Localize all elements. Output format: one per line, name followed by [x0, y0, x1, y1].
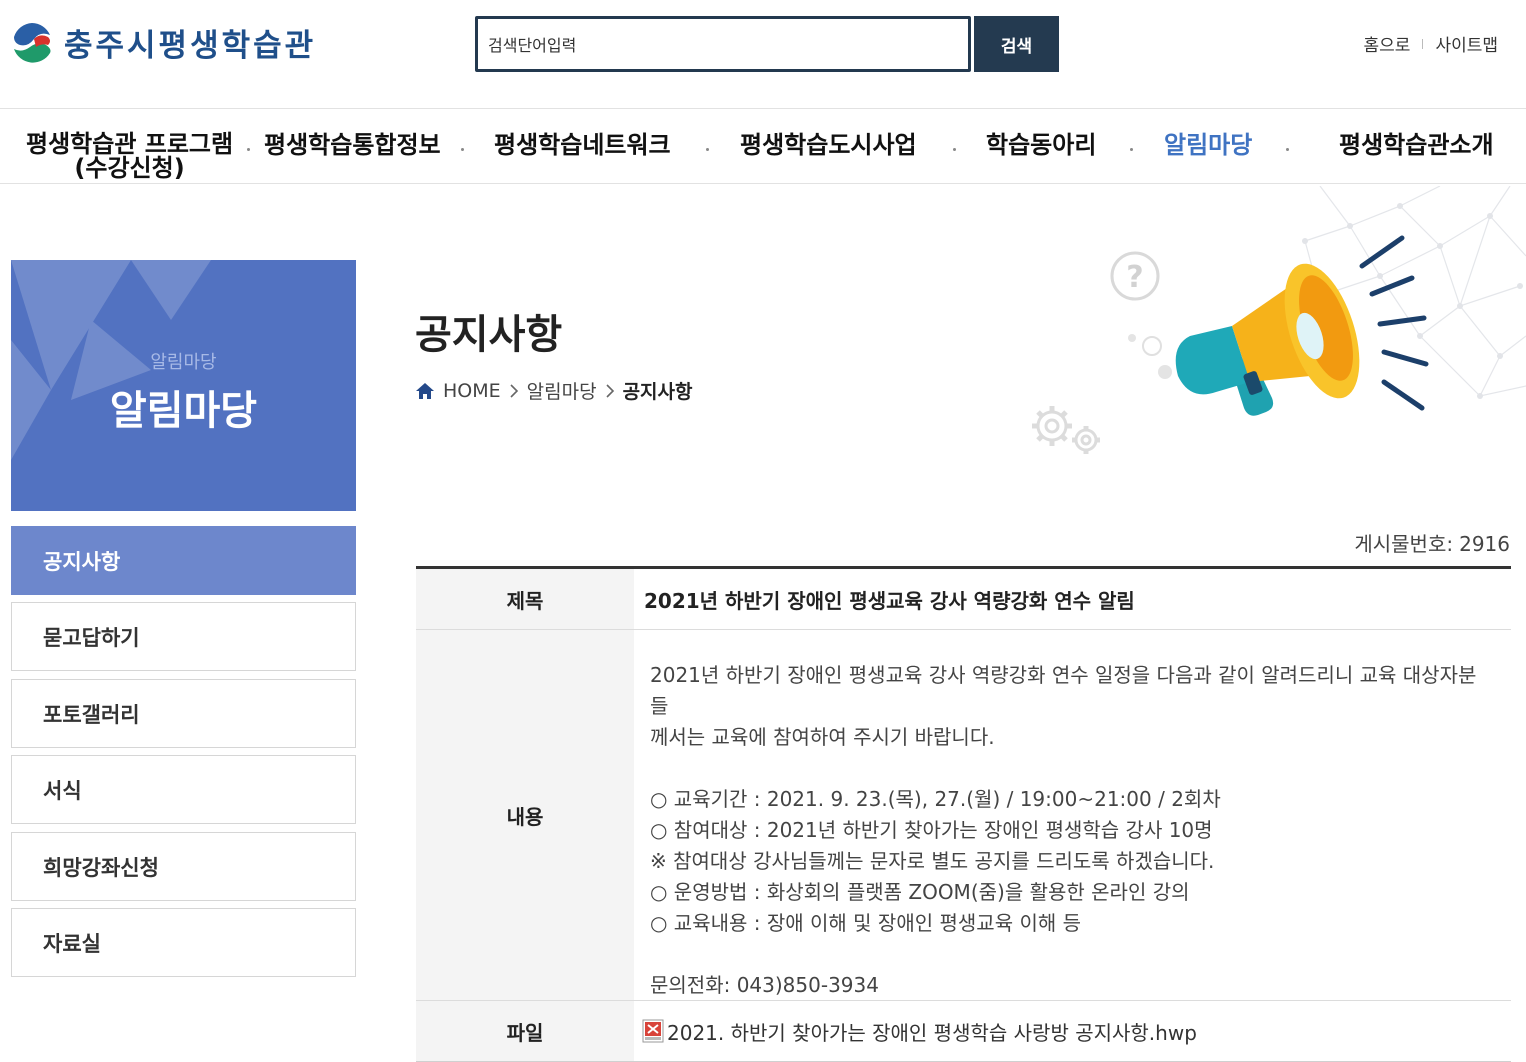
gnb-separator [706, 148, 709, 151]
sidebar-item-photo-gallery[interactable]: 포토갤러리 [11, 679, 356, 748]
breadcrumb-section[interactable]: 알림마당 [527, 377, 597, 404]
body-line: ○ 운영방법 : 화상회의 플랫폼 ZOOM(줌)을 활용한 온라인 강의 [650, 880, 1190, 904]
search-button[interactable]: 검색 [974, 16, 1059, 72]
home-icon[interactable] [415, 381, 435, 401]
header-divider [0, 108, 1526, 109]
body-line: ○ 교육내용 : 장애 이해 및 장애인 평생교육 이해 등 [650, 911, 1082, 935]
megaphone-illustration: ? [1032, 186, 1526, 454]
gnb-item-about[interactable]: 평생학습관소개 [1339, 132, 1494, 158]
sitemap-link[interactable]: 사이트맵 [1435, 31, 1498, 56]
util-divider [1422, 38, 1424, 49]
sidebar-header: 알림마당 알림마당 [11, 260, 356, 511]
gnb-separator [953, 148, 956, 151]
breadcrumb-home[interactable]: HOME [443, 380, 501, 402]
gnb-item-program[interactable]: 평생학습관 프로그램 (수강신청) [26, 132, 233, 180]
sidebar-item-archive[interactable]: 자료실 [11, 908, 356, 977]
sidebar-title: 알림마당 [109, 388, 258, 434]
body-line: 께서는 교육에 참여하여 주시기 바랍니다. [650, 725, 995, 749]
utility-links: 홈으로 사이트맵 [1364, 31, 1498, 56]
body-label: 내용 [416, 630, 634, 1000]
logo-emblem-icon [12, 22, 52, 63]
gnb-divider [0, 183, 1526, 184]
gnb-item-study-club[interactable]: 학습동아리 [986, 132, 1096, 158]
file-download-link[interactable]: 2021. 하반기 찾아가는 장애인 평생학습 사랑방 공지사항.hwp [667, 1017, 1197, 1046]
file-label: 파일 [416, 1001, 634, 1061]
search-input[interactable] [478, 19, 968, 69]
home-link[interactable]: 홈으로 [1364, 31, 1411, 56]
chevron-right-icon [605, 383, 614, 398]
gnb-separator [1130, 148, 1133, 151]
gnb-separator [247, 148, 250, 151]
sidebar-subtitle: 알림마당 [150, 352, 217, 373]
sidebar-item-course-request[interactable]: 희망강좌신청 [11, 832, 356, 901]
site-logo[interactable]: 충주시평생학습관 [10, 20, 316, 65]
post-number-value: 2916 [1459, 532, 1510, 556]
file-attachment: 2021. 하반기 찾아가는 장애인 평생학습 사랑방 공지사항.hwp [634, 1001, 1511, 1061]
body-line: ※ 참여대상 강사님들께는 문자로 별도 공지를 드리도록 하겠습니다. [650, 849, 1215, 873]
post-body: 2021년 하반기 장애인 평생교육 강사 역량강화 연수 일정을 다음과 같이… [634, 630, 1511, 1000]
breadcrumb: HOME 알림마당 공지사항 [415, 377, 692, 404]
chevron-right-icon [510, 383, 518, 398]
search-box [475, 16, 971, 72]
body-line: ○ 참여대상 : 2021년 하반기 찾아가는 장애인 평생학습 강사 10명 [650, 818, 1213, 842]
breadcrumb-current: 공지사항 [622, 381, 693, 403]
hwp-file-icon [642, 1019, 664, 1043]
gnb-item-network[interactable]: 평생학습네트워크 [494, 132, 671, 158]
body-line: ○ 교육기간 : 2021. 9. 23.(목), 27.(월) / 19:00… [650, 787, 1221, 811]
gnb-label: 평생학습관 프로그램 (수강신청) [26, 130, 234, 182]
post-body-row: 내용 2021년 하반기 장애인 평생교육 강사 역량강화 연수 일정을 다음과… [416, 630, 1511, 1001]
post-title: 2021년 하반기 장애인 평생교육 강사 역량강화 연수 알림 [644, 588, 1135, 613]
post-file-row: 파일 2021. 하반기 찾아가는 장애인 평생학습 사랑방 공지사항.hwp [416, 1001, 1511, 1062]
post-number: 게시물번호: 2916 [1354, 528, 1510, 557]
post-table: 제목 2021년 하반기 장애인 평생교육 강사 역량강화 연수 알림 내용 2… [416, 566, 1511, 1062]
gnb-separator [461, 148, 464, 151]
sidebar-item-qna[interactable]: 묻고답하기 [11, 602, 356, 671]
sidebar-item-forms[interactable]: 서식 [11, 755, 356, 824]
body-contact-line: 문의전화: 043)850-3934 [650, 973, 879, 997]
body-line: 2021년 하반기 장애인 평생교육 강사 역량강화 연수 일정을 다음과 같이… [650, 663, 1477, 718]
title-label: 제목 [416, 569, 634, 629]
post-title-row: 제목 2021년 하반기 장애인 평생교육 강사 역량강화 연수 알림 [416, 569, 1511, 630]
gnb-separator [1286, 148, 1289, 151]
gnb-item-integrated-info[interactable]: 평생학습통합정보 [264, 132, 441, 158]
sidebar-item-notice[interactable]: 공지사항 [11, 526, 356, 595]
gnb-item-notice-board[interactable]: 알림마당 [1164, 132, 1252, 158]
gnb-item-city-project[interactable]: 평생학습도시사업 [740, 132, 917, 158]
post-number-label: 게시물번호: [1354, 532, 1454, 556]
svg-text:?: ? [1126, 260, 1143, 295]
logo-text: 충주시평생학습관 [64, 28, 317, 64]
page-title: 공지사항 [415, 312, 563, 358]
